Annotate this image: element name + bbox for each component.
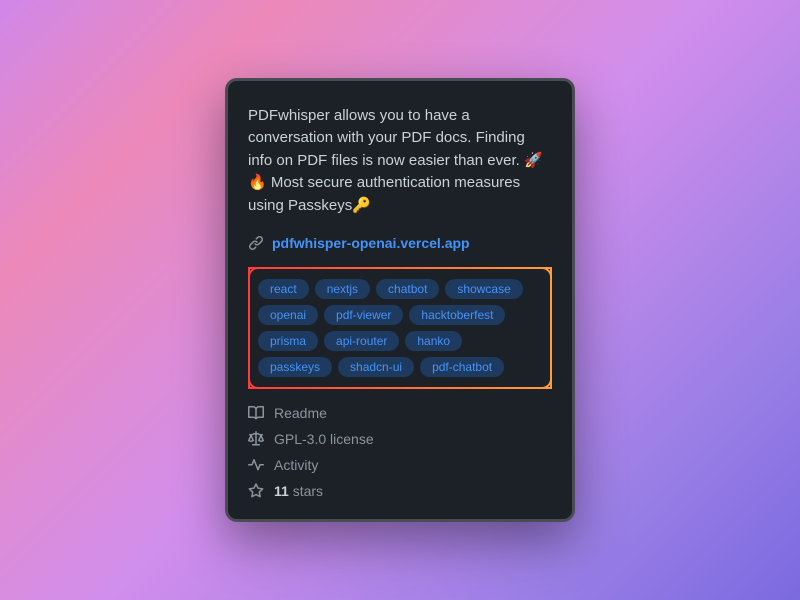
repo-link-url: pdfwhisper-openai.vercel.app [272,235,470,251]
topic-pill[interactable]: hacktoberfest [409,305,505,325]
law-icon [248,431,264,447]
topic-pill[interactable]: hanko [405,331,462,351]
topic-pill[interactable]: showcase [445,279,522,299]
topic-pill[interactable]: pdf-chatbot [420,357,504,377]
book-icon [248,405,264,421]
topics-highlight-box: react nextjs chatbot showcase openai pdf… [248,267,552,389]
topic-pill[interactable]: pdf-viewer [324,305,403,325]
stars-label: stars [293,483,323,499]
topic-pill[interactable]: nextjs [315,279,370,299]
stars-link[interactable]: 11 stars [248,483,552,499]
stars-text: 11 stars [274,483,323,499]
license-link[interactable]: GPL-3.0 license [248,431,552,447]
stars-count: 11 [274,483,289,499]
topic-pill[interactable]: openai [258,305,318,325]
link-icon [248,235,264,251]
repo-about-card: PDFwhisper allows you to have a conversa… [225,78,575,523]
topic-pill[interactable]: shadcn-ui [338,357,414,377]
star-icon [248,483,264,499]
repo-description: PDFwhisper allows you to have a conversa… [248,105,552,218]
license-label: GPL-3.0 license [274,431,374,447]
repo-link[interactable]: pdfwhisper-openai.vercel.app [248,235,552,251]
topic-pill[interactable]: prisma [258,331,318,351]
topic-pill[interactable]: chatbot [376,279,439,299]
activity-label: Activity [274,457,318,473]
topic-pill[interactable]: api-router [324,331,399,351]
topic-pill[interactable]: react [258,279,309,299]
topic-pill[interactable]: passkeys [258,357,332,377]
activity-link[interactable]: Activity [248,457,552,473]
repo-meta-list: Readme GPL-3.0 license Activity 11 stars [248,405,552,499]
pulse-icon [248,457,264,473]
readme-label: Readme [274,405,327,421]
topics-list: react nextjs chatbot showcase openai pdf… [258,279,542,377]
readme-link[interactable]: Readme [248,405,552,421]
